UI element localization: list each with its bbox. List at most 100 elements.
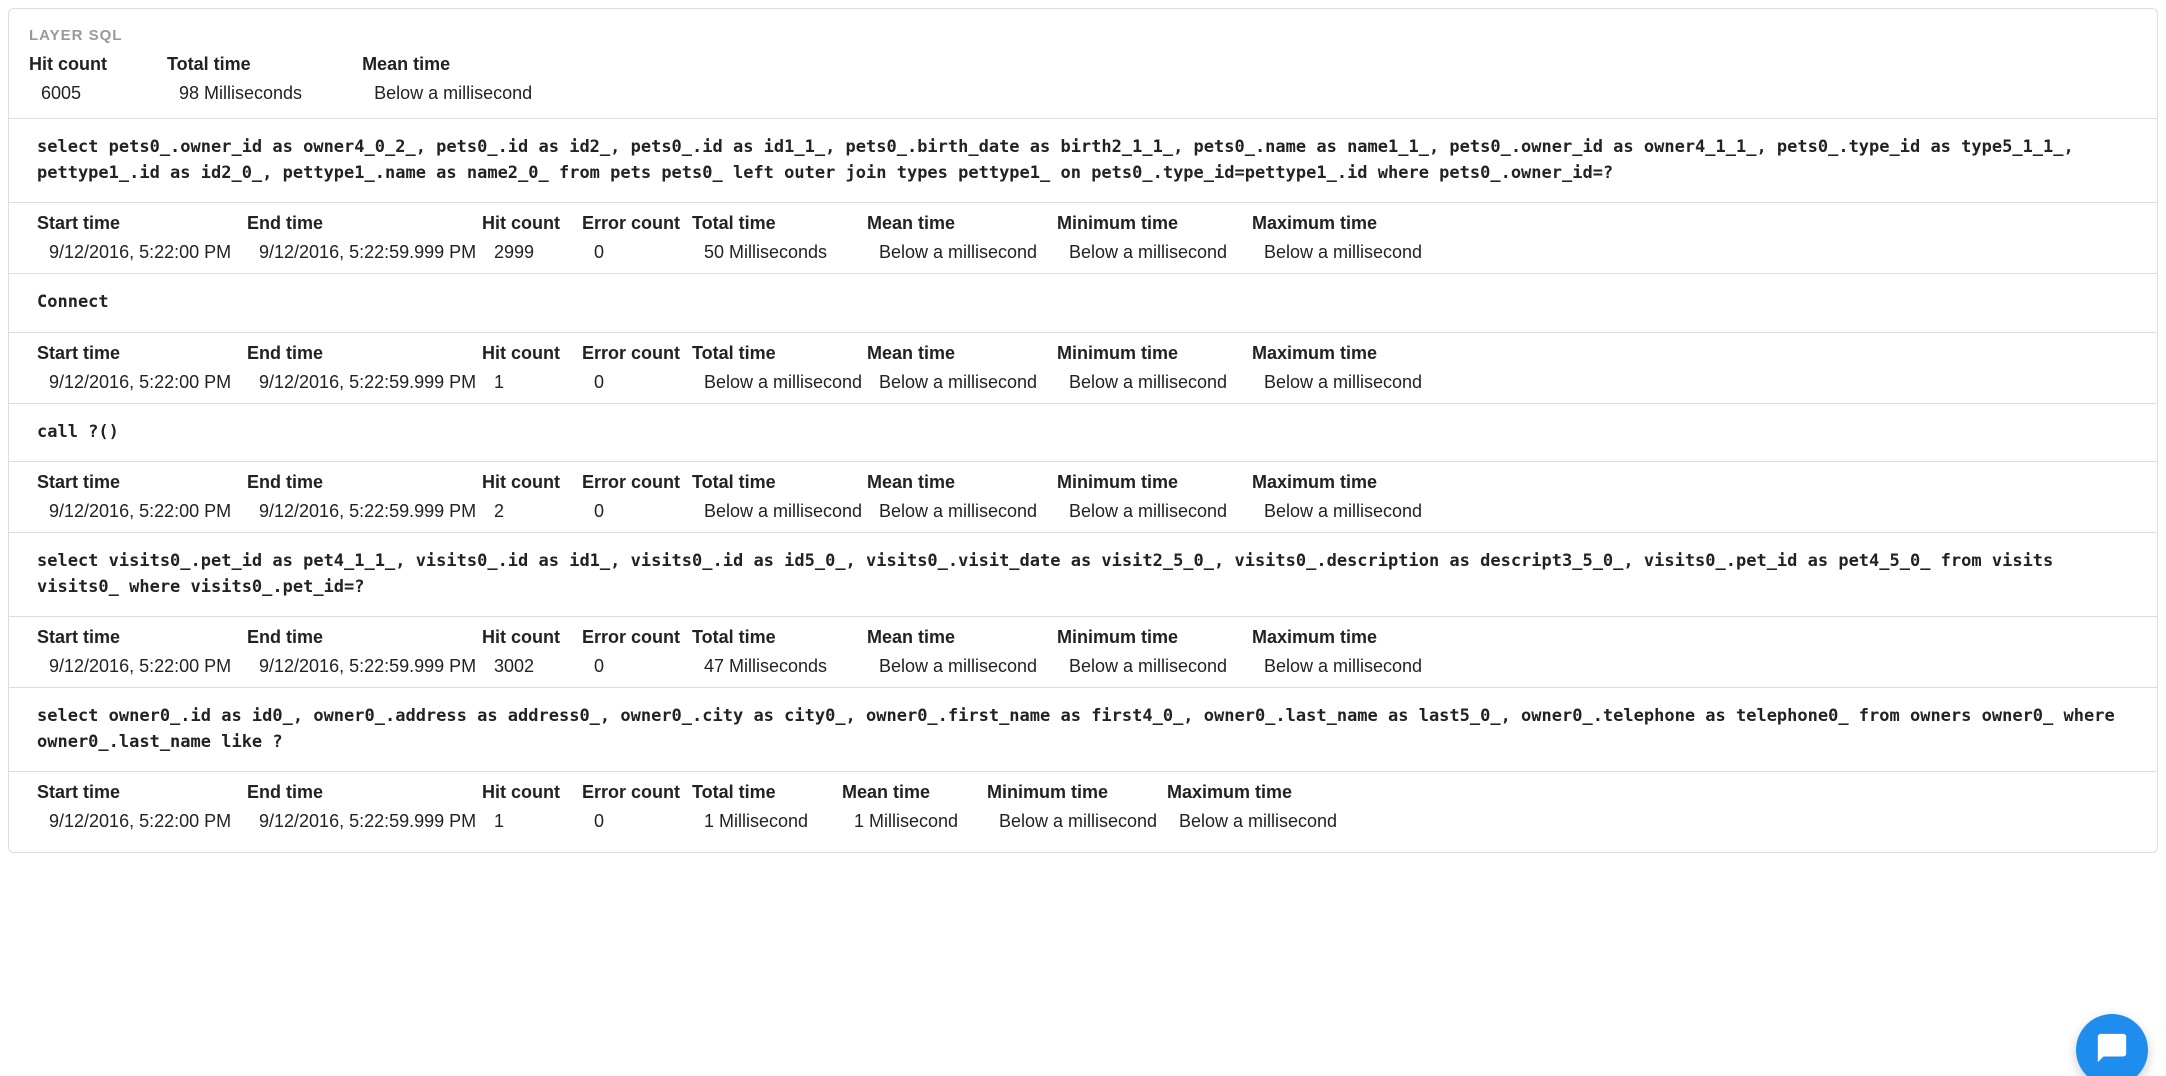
metrics-row: Start time9/12/2016, 5:22:00 PMEnd time9… (9, 616, 2157, 687)
metric-mean-time-value: Below a millisecond (867, 656, 1057, 677)
chat-button[interactable] (2076, 1014, 2148, 1076)
metric-hit-count: Hit count2999 (482, 203, 582, 273)
metric-minimum-time: Minimum timeBelow a millisecond (1057, 333, 1252, 403)
summary-mean-time-label: Mean time (362, 54, 532, 75)
metric-error-count-label: Error count (582, 343, 692, 364)
metric-maximum-time: Maximum time Below a millisecond (1252, 203, 1442, 273)
metric-hit-count-label: Hit count (482, 472, 582, 493)
metric-mean-time-value: Below a millisecond (867, 242, 1057, 263)
metric-start-time-value: 9/12/2016, 5:22:00 PM (37, 372, 247, 393)
metric-minimum-time-label: Minimum time (987, 782, 1167, 803)
metric-end-time: End time 9/12/2016, 5:22:59.999 PM (247, 772, 482, 842)
panel-title: LAYER SQL (9, 9, 2157, 54)
metric-minimum-time-value: Below a millisecond (1057, 656, 1252, 677)
sql-block: select owner0_.id as id0_, owner0_.addre… (9, 687, 2157, 842)
metric-total-time-label: Total time (692, 627, 867, 648)
metric-hit-count-value: 3002 (482, 656, 582, 677)
metric-start-time: Start time9/12/2016, 5:22:00 PM (37, 617, 247, 687)
metric-minimum-time: Minimum timeBelow a millisecond (987, 772, 1167, 842)
metric-error-count-value: 0 (582, 501, 692, 522)
metric-start-time-label: Start time (37, 213, 247, 234)
summary-hit-count: Hit count 6005 (29, 54, 107, 104)
metric-total-time: Total time 1 Millisecond (692, 772, 842, 842)
metric-mean-time: Mean timeBelow a millisecond (867, 333, 1057, 403)
metric-end-time-label: End time (247, 782, 482, 803)
metric-start-time-value: 9/12/2016, 5:22:00 PM (37, 811, 247, 832)
summary-mean-time: Mean time Below a millisecond (362, 54, 532, 104)
metric-minimum-time-label: Minimum time (1057, 343, 1252, 364)
metric-end-time: End time9/12/2016, 5:22:59.999 PM (247, 617, 482, 687)
metric-total-time-value: 50 Milliseconds (692, 242, 867, 263)
metric-end-time-value: 9/12/2016, 5:22:59.999 PM (247, 811, 482, 832)
metric-maximum-time-label: Maximum time (1252, 472, 1442, 493)
metric-total-time-label: Total time (692, 472, 867, 493)
metric-start-time: Start time 9/12/2016, 5:22:00 PM (37, 462, 247, 532)
metric-maximum-time-label: Maximum time (1252, 213, 1442, 234)
metric-start-time: Start time 9/12/2016, 5:22:00 PM (37, 333, 247, 403)
metric-start-time-label: Start time (37, 472, 247, 493)
metric-total-time-value: 1 Millisecond (692, 811, 842, 832)
metric-hit-count-value: 1 (482, 811, 582, 832)
metric-total-time: Total timeBelow a millisecond (692, 333, 867, 403)
metric-mean-time-value: Below a millisecond (867, 501, 1057, 522)
metric-hit-count: Hit count3002 (482, 617, 582, 687)
sql-block: select visits0_.pet_id as pet4_1_1_, vis… (9, 532, 2157, 687)
metric-start-time-value: 9/12/2016, 5:22:00 PM (37, 656, 247, 677)
metrics-row: Start time 9/12/2016, 5:22:00 PMEnd time 9… (9, 771, 2157, 842)
metric-total-time-label: Total time (692, 782, 842, 803)
summary-mean-time-value: Below a millisecond (362, 83, 532, 104)
metric-hit-count-value: 1 (482, 372, 582, 393)
metric-end-time: End time 9/12/2016, 5:22:59.999 PM (247, 203, 482, 273)
metric-maximum-time-value: Below a millisecond (1252, 242, 1442, 263)
metric-mean-time: Mean time Below a millisecond (867, 617, 1057, 687)
sql-statement: call ?() (9, 404, 2157, 462)
metric-error-count-label: Error count (582, 627, 692, 648)
metric-start-time-label: Start time (37, 782, 247, 803)
metric-end-time-label: End time (247, 213, 482, 234)
metric-hit-count-value: 2 (482, 501, 582, 522)
metric-hit-count-label: Hit count (482, 343, 582, 364)
metric-error-count-label: Error count (582, 472, 692, 493)
metric-mean-time-label: Mean time (867, 472, 1057, 493)
summary-hit-count-value: 6005 (29, 83, 107, 104)
metric-hit-count: Hit count 2 (482, 462, 582, 532)
sql-statement: Connect (9, 274, 2157, 332)
metrics-row: Start time9/12/2016, 5:22:00 PMEnd time9… (9, 202, 2157, 273)
sql-statement: select visits0_.pet_id as pet4_1_1_, vis… (9, 533, 2157, 616)
chat-icon (2095, 1031, 2129, 1070)
metric-hit-count-value: 2999 (482, 242, 582, 263)
metric-maximum-time-label: Maximum time (1167, 782, 1357, 803)
metric-maximum-time: Maximum time Below a millisecond (1252, 617, 1442, 687)
metric-start-time-value: 9/12/2016, 5:22:00 PM (37, 501, 247, 522)
metric-minimum-time-label: Minimum time (1057, 472, 1252, 493)
metric-mean-time-label: Mean time (867, 213, 1057, 234)
summary-total-time: Total time 98 Milliseconds (167, 54, 302, 104)
metric-maximum-time: Maximum time Below a millisecond (1167, 772, 1357, 842)
metric-mean-time-label: Mean time (867, 627, 1057, 648)
metric-maximum-time-label: Maximum time (1252, 627, 1442, 648)
metric-end-time-value: 9/12/2016, 5:22:59.999 PM (247, 501, 482, 522)
metric-hit-count: Hit count 1 (482, 333, 582, 403)
summary-total-time-value: 98 Milliseconds (167, 83, 302, 104)
metric-start-time-label: Start time (37, 343, 247, 364)
metric-minimum-time: Minimum time Below a millisecond (1057, 617, 1252, 687)
metric-maximum-time-value: Below a millisecond (1252, 372, 1442, 393)
sql-block: ConnectStart time9/12/2016, 5:22:00 PMEn… (9, 273, 2157, 403)
sql-statement: select owner0_.id as id0_, owner0_.addre… (9, 688, 2157, 771)
summary-row: Hit count 6005 Total time 98 Millisecond… (9, 54, 2157, 118)
metric-maximum-time-value: Below a millisecond (1252, 656, 1442, 677)
metric-minimum-time-value: Below a millisecond (1057, 501, 1252, 522)
metric-maximum-time: Maximum timeBelow a millisecond (1252, 333, 1442, 403)
metric-end-time-value: 9/12/2016, 5:22:59.999 PM (247, 656, 482, 677)
sql-block: call ?() Start time 9/12/2016, 5:22:00 PM E… (9, 403, 2157, 533)
metric-mean-time: Mean time Below a millisecond (867, 203, 1057, 273)
summary-total-time-label: Total time (167, 54, 302, 75)
metric-total-time-value: 47 Milliseconds (692, 656, 867, 677)
metric-maximum-time-value: Below a millisecond (1167, 811, 1357, 832)
metric-mean-time: Mean time Below a millisecond (867, 462, 1057, 532)
metric-end-time-value: 9/12/2016, 5:22:59.999 PM (247, 242, 482, 263)
metric-minimum-time-label: Minimum time (1057, 213, 1252, 234)
metric-minimum-time-label: Minimum time (1057, 627, 1252, 648)
metric-hit-count-label: Hit count (482, 782, 582, 803)
metric-error-count-value: 0 (582, 372, 692, 393)
